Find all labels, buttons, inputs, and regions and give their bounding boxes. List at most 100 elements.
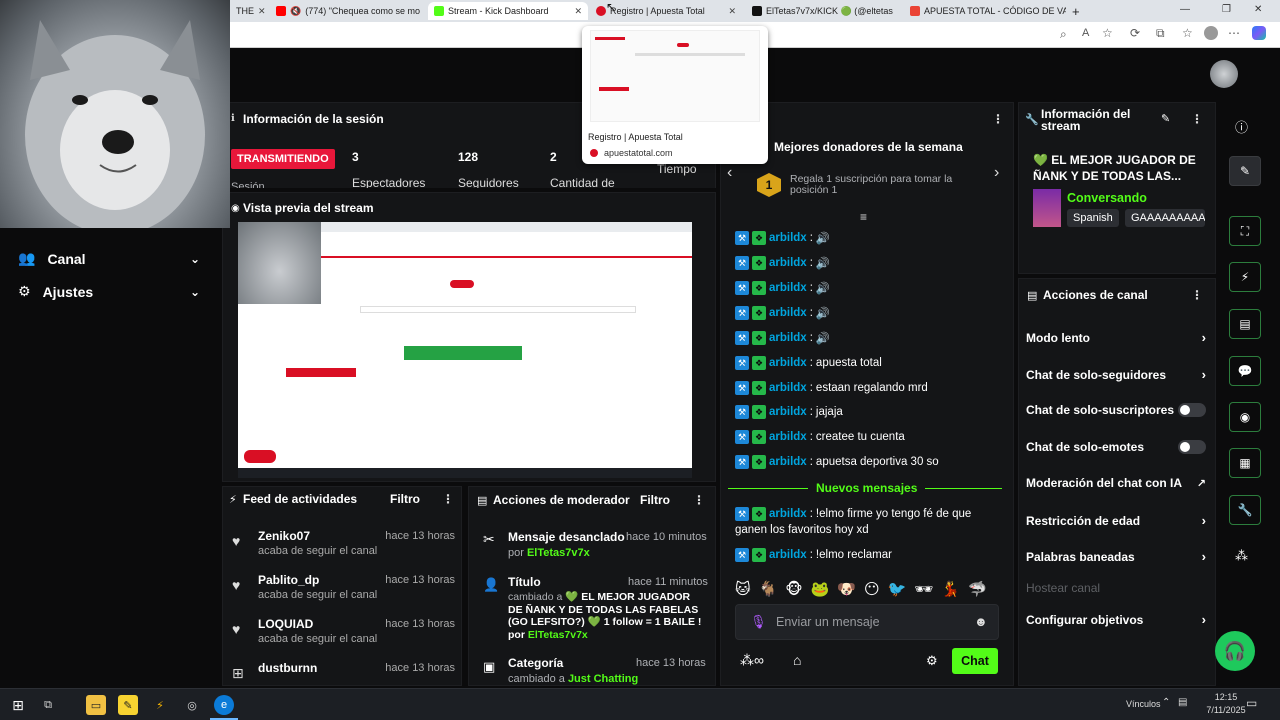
chevron-left-icon[interactable]: ‹ [727,164,732,182]
close-icon[interactable]: ✕ [258,6,266,17]
close-icon[interactable]: ✕ [574,6,582,17]
zoom-icon[interactable]: ⌕ [1060,27,1067,42]
tag-chip[interactable]: Spanish [1067,209,1119,227]
preview-tabs [321,222,692,232]
feed-filter[interactable]: Filtro [390,492,420,506]
stat-viewers: 3 Espectadores [352,150,426,190]
favorites-icon[interactable]: ☆ [1182,26,1193,40]
chevron-right-icon[interactable]: › [994,164,999,182]
support-headset-button[interactable]: 🎧 [1215,631,1255,671]
emoji-icon[interactable]: ☻ [974,614,988,629]
subs-only-toggle[interactable] [1178,403,1206,417]
split-icon[interactable]: ⧉ [1156,26,1165,41]
notification-icon[interactable]: ▭ [1246,696,1257,710]
emote-bar[interactable]: 🐱 🐐 🐵 🐸 🐶 😶 🐦 🕶 💃 🦈 [735,578,999,600]
edge-browser-icon[interactable]: e [214,695,234,715]
more-icon[interactable]: ⋮ [693,493,705,507]
more-icon[interactable]: ⋮ [1191,112,1203,126]
action-ai-moderation[interactable]: Moderación del chat con IA ↗ [1026,476,1206,490]
maximize-icon[interactable]: ❐ [1222,4,1231,15]
new-tab-button[interactable]: + [1066,2,1086,20]
more-icon[interactable]: ⋮ [442,492,454,506]
action-slow-mode[interactable]: Modo lento › [1026,330,1206,345]
rail-button-broadcast[interactable]: ◉ [1229,402,1261,432]
clock-time[interactable]: 12:15 [1200,692,1252,702]
extensions-icon[interactable]: ⟳ [1130,26,1140,40]
pencil-icon: ✎ [1239,164,1251,178]
store-icon[interactable]: ⌂ [793,652,801,668]
category-link[interactable]: Conversando [1067,191,1147,205]
windows-start-icon[interactable]: ⊞ [8,695,28,715]
action-goals[interactable]: Configurar objetivos › [1026,612,1206,627]
tab-hover-preview[interactable]: Registro | Apuesta Total apuestatotal.co… [582,26,768,164]
feed-item: ⊞ dustburnn hace 13 horas [232,661,455,681]
moderator-icon: ⚒ [735,231,749,245]
new-messages-label[interactable]: Nuevos mensajes [808,481,926,495]
preview-url: apuestatotal.com [604,148,673,158]
gear-icon[interactable]: ⚙ [926,653,938,669]
tag-chip[interactable]: GAAAAAAAAA [1125,209,1205,227]
close-icon[interactable]: ✕ [897,6,898,17]
tray-links[interactable]: Vínculos [1126,699,1161,709]
preview-thumbnail [590,30,760,122]
info-icon[interactable]: ⓘ [1235,117,1248,136]
edit-rail-button[interactable]: ✎ [1229,156,1261,186]
modactions-filter[interactable]: Filtro [640,493,670,507]
chevron-down-icon: ⌄ [189,251,200,266]
sticky-notes-icon[interactable]: ✎ [118,695,138,715]
copilot-icon[interactable] [1252,26,1266,40]
live-badge: TRANSMITIENDO [231,149,335,169]
browser-tab[interactable]: ElTetas7v7x/KICK 🟢 (@eltetas ✕ [746,2,898,20]
file-explorer-icon[interactable]: ▭ [86,695,106,715]
app-icon[interactable]: ⚡ [150,695,170,715]
browser-tab[interactable]: APUESTA TOTAL - CÓDIGO DE VA✕ [904,2,1066,20]
tray-chevron-icon[interactable]: ⌃ [1162,697,1170,708]
action-banned-words[interactable]: Palabras baneadas › [1026,549,1206,564]
favorite-star-icon[interactable]: ☆ [1102,26,1113,40]
moderator-icon: ⚒ [735,331,749,345]
obs-icon[interactable]: ◎ [182,695,202,715]
moderator-icon: ⚒ [735,455,749,469]
action-age-restriction[interactable]: Restricción de edad › [1026,513,1206,528]
rail-button-lightning[interactable]: ⚡ [1229,262,1261,292]
emotes-only-toggle[interactable] [1178,440,1206,454]
more-icon[interactable]: ⋯ [1228,26,1240,40]
points-icon[interactable]: ⁂ [1235,548,1248,564]
keyboard-icon[interactable]: ▤ [1178,697,1187,708]
shark-emote-icon: 🦈 [968,581,987,598]
user-avatar[interactable] [1210,60,1238,88]
points-icon[interactable]: ⁂∞ [740,652,764,669]
rail-button-wrench[interactable]: 🔧 [1229,495,1261,525]
more-icon[interactable]: ⋮ [1191,288,1203,302]
browser-tab[interactable]: 🔇 (774) "Chequea como se mo [270,2,420,20]
chat-message: ⚒ ❖ arbildx: 🔊 [735,256,830,270]
action-followers-only[interactable]: Chat de solo-seguidores › [1026,367,1206,382]
sidebar-item-canal[interactable]: 👥 Canal ⌄ [18,250,200,267]
modactions-title: Acciones de moderador [493,493,630,507]
rail-button-capture[interactable]: ⛶ [1229,216,1261,246]
chat-input[interactable]: 🎙 Enviar un mensaje ☻ [735,604,999,640]
more-icon[interactable]: ⋮ [992,112,1004,126]
minimize-icon[interactable]: — [1180,4,1190,15]
pencil-icon[interactable]: ✎ [1161,112,1170,125]
close-icon[interactable]: ✕ [728,6,736,17]
rail-button-chat[interactable]: 💬 [1229,356,1261,386]
task-view-icon[interactable]: ⧉ [38,695,58,715]
action-emotes-only[interactable]: Chat de solo-emotes [1026,440,1206,454]
browser-tab[interactable]: THE ✕ [230,2,268,20]
youtube-icon [276,6,286,16]
collapse-icon[interactable]: ≡ [860,210,867,224]
profile-avatar[interactable] [1204,26,1218,40]
send-chat-button[interactable]: Chat [952,648,998,674]
read-aloud-icon[interactable]: A [1082,27,1089,39]
browser-tab-active[interactable]: Stream - Kick Dashboard ✕ [428,2,588,20]
rail-button-layout[interactable]: ▦ [1229,448,1261,478]
rail-button-notes[interactable]: ▤ [1229,309,1261,339]
sidebar-item-ajustes[interactable]: ⚙ Ajustes ⌄ [18,283,200,300]
close-window-icon[interactable]: ✕ [1254,4,1262,15]
stream-preview-video[interactable] [238,222,692,478]
mic-icon[interactable]: 🎙 [750,614,767,630]
action-subs-only[interactable]: Chat de solo-suscriptores [1026,403,1206,417]
chat-message: ⚒ ❖ arbildx: apuesta total [735,356,882,370]
mute-icon[interactable]: 🔇 [290,6,301,17]
